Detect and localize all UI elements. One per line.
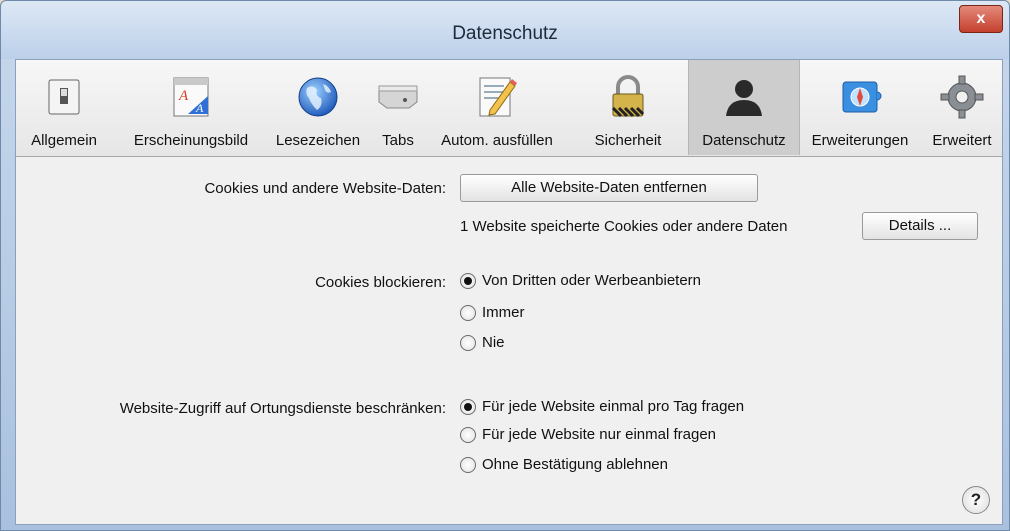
tab-tabs[interactable]: Tabs <box>372 64 424 150</box>
radio-label: Von Dritten oder Werbeanbietern <box>482 272 702 289</box>
tabs-icon <box>378 85 418 109</box>
radio-button[interactable] <box>460 334 476 351</box>
lock-icon <box>611 75 645 118</box>
radio-label: Für jede Website einmal pro Tag fragen <box>482 398 745 415</box>
tab-autom-ausfuellen[interactable]: Autom. ausfüllen <box>430 64 564 150</box>
pencil-form-icon <box>479 77 517 117</box>
radio-label: Für jede Website nur einmal fragen <box>482 426 717 443</box>
radio-button[interactable] <box>460 304 476 321</box>
radio-location-once[interactable]: Für jede Website nur einmal fragen <box>460 426 716 443</box>
close-button[interactable]: x <box>959 5 1003 33</box>
tab-sicherheit[interactable]: Sicherheit <box>580 64 676 150</box>
preferences-pane: Allgemein A A Erscheinungsbild Lesezeich… <box>15 59 1003 525</box>
preferences-window: Datenschutz x Allgemein A A Erscheinungs… <box>0 0 1010 531</box>
tab-lesezeichen[interactable]: Lesezeichen <box>268 64 368 150</box>
radio-label: Immer <box>482 304 525 321</box>
preferences-toolbar: Allgemein A A Erscheinungsbild Lesezeich… <box>16 60 1002 157</box>
tab-label: Tabs <box>382 132 414 149</box>
globe-icon <box>298 77 338 117</box>
help-button[interactable]: ? <box>962 486 990 514</box>
title-bar[interactable]: Datenschutz x <box>1 1 1009 59</box>
tab-erweiterungen[interactable]: Erweiterungen <box>800 64 920 150</box>
tab-label: Erweiterungen <box>811 132 909 149</box>
radio-label: Nie <box>482 334 505 351</box>
radio-location-deny[interactable]: Ohne Bestätigung ablehnen <box>460 456 668 473</box>
radio-button[interactable] <box>460 272 476 289</box>
tab-label: Erscheinungsbild <box>133 132 249 149</box>
location-services-label: Website-Zugriff auf Ortungsdienste besch… <box>119 400 446 417</box>
radio-block-third-party[interactable]: Von Dritten oder Werbeanbietern <box>460 272 701 289</box>
tab-label: Sicherheit <box>594 132 662 149</box>
tab-allgemein[interactable]: Allgemein <box>18 64 110 150</box>
svg-text:A: A <box>178 88 189 104</box>
details-button[interactable]: Details ... <box>862 212 978 240</box>
tab-erweitert[interactable]: Erweitert <box>924 64 1000 150</box>
cookies-label: Cookies und andere Website-Daten: <box>204 180 446 197</box>
tab-erscheinungsbild[interactable]: A A Erscheinungsbild <box>116 64 266 150</box>
tab-label: Lesezeichen <box>275 132 361 149</box>
tab-datenschutz[interactable]: Datenschutz <box>688 60 800 155</box>
radio-button[interactable] <box>460 426 476 443</box>
radio-button[interactable] <box>460 398 476 415</box>
remove-website-data-button[interactable]: Alle Website-Daten entfernen <box>460 174 758 202</box>
radio-block-never[interactable]: Nie <box>460 334 505 351</box>
tab-label: Datenschutz <box>702 132 786 149</box>
gear-icon <box>940 75 984 119</box>
radio-button[interactable] <box>460 456 476 473</box>
radio-label: Ohne Bestätigung ablehnen <box>482 456 668 473</box>
switch-icon <box>48 79 80 115</box>
tab-label: Erweitert <box>932 132 992 149</box>
person-silhouette-icon <box>726 80 762 116</box>
tab-label: Allgemein <box>31 132 97 149</box>
puzzle-compass-icon <box>842 81 882 113</box>
block-cookies-label: Cookies blockieren: <box>315 274 446 291</box>
tab-label: Autom. ausfüllen <box>441 132 553 149</box>
radio-block-always[interactable]: Immer <box>460 304 525 321</box>
font-appearance-icon: A A <box>173 77 209 117</box>
radio-location-once-per-day[interactable]: Für jede Website einmal pro Tag fragen <box>460 398 744 415</box>
window-title: Datenschutz <box>452 23 558 44</box>
cookies-info-text: 1 Website speicherte Cookies oder andere… <box>460 218 788 235</box>
svg-text:A: A <box>195 101 204 115</box>
